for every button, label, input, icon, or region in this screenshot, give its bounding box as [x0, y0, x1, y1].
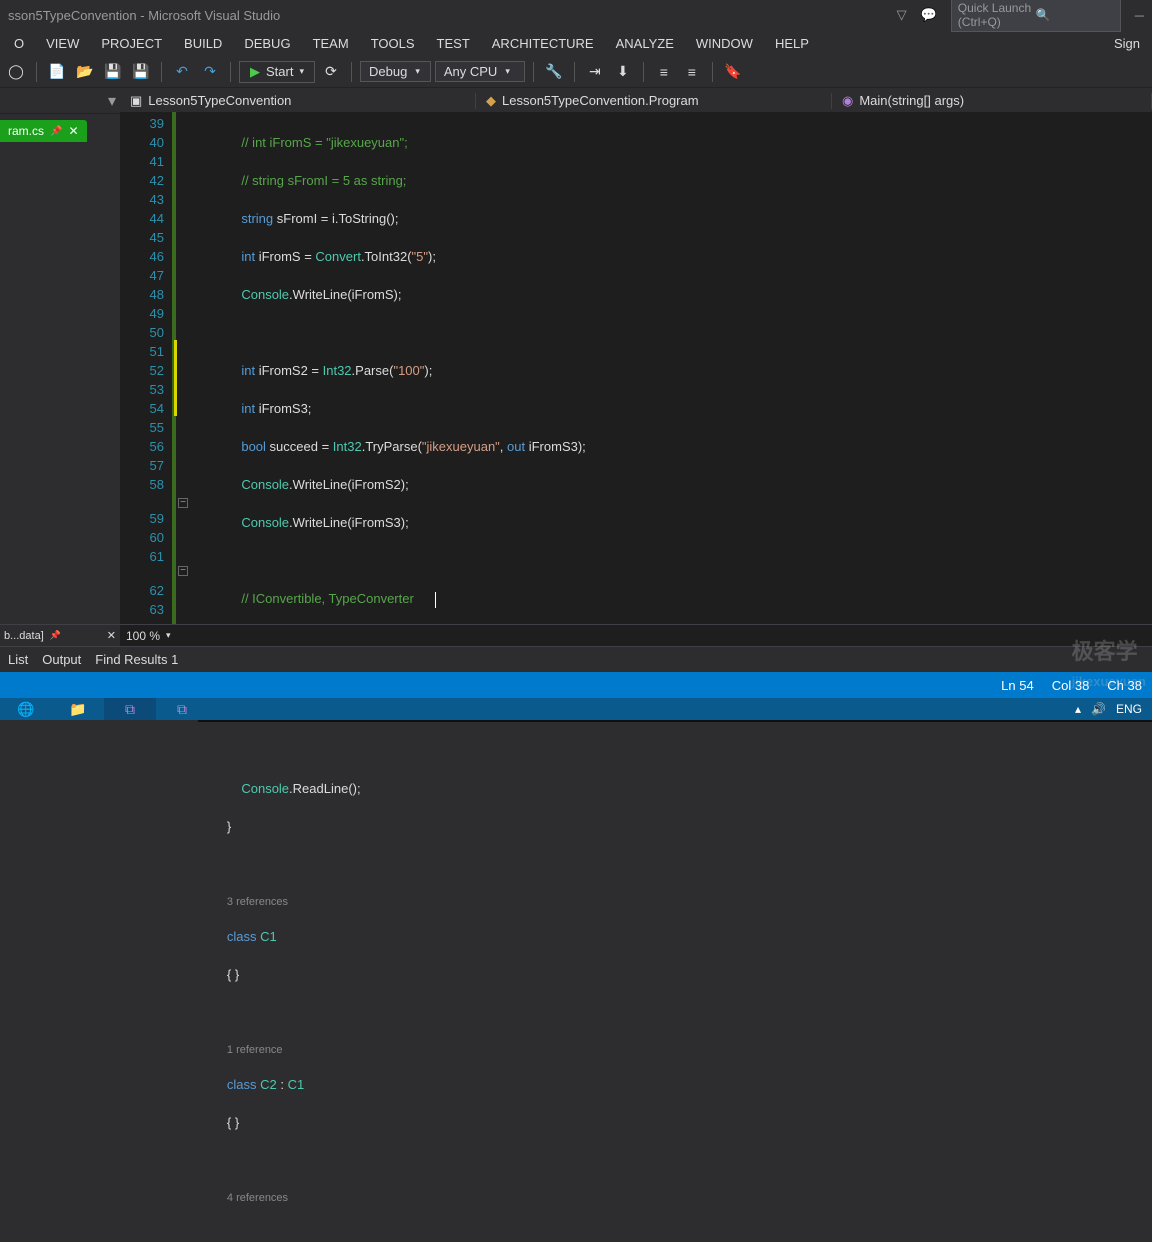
codelens-references[interactable]: 1 reference: [227, 1044, 283, 1056]
start-debug-button[interactable]: ▶ Start ▾: [239, 61, 315, 83]
save-button[interactable]: 💾: [101, 60, 125, 84]
fold-gutter: − −: [176, 112, 190, 634]
notifications-icon[interactable]: ▽: [897, 7, 907, 23]
status-bar: Ln 54 Col 38 Ch 38: [0, 672, 1152, 698]
tab-label: ram.cs: [8, 124, 44, 138]
start-label: Start: [266, 64, 293, 79]
class-icon: ◆: [486, 93, 496, 109]
menu-debug[interactable]: DEBUG: [234, 32, 300, 55]
title-bar: sson5TypeConvention - Microsoft Visual S…: [0, 0, 1152, 30]
status-line: Ln 54: [1001, 678, 1034, 693]
undo-button[interactable]: ↶: [170, 60, 194, 84]
menu-team[interactable]: TEAM: [303, 32, 359, 55]
close-icon[interactable]: ✕: [107, 629, 116, 642]
project-combo[interactable]: ▣ Lesson5TypeConvention: [120, 93, 476, 109]
step-into-button[interactable]: ⬇: [611, 60, 635, 84]
text-cursor: [435, 592, 436, 608]
menu-analyze[interactable]: ANALYZE: [606, 32, 684, 55]
zoom-level[interactable]: 100 %: [126, 629, 160, 643]
pin-icon[interactable]: 📌: [50, 126, 62, 137]
line-number-gutter: 3940414243444546474849505152535455565758…: [120, 112, 176, 634]
menu-file[interactable]: O: [4, 32, 34, 55]
navigation-bar: ▾ ▣ Lesson5TypeConvention ◆ Lesson5TypeC…: [0, 88, 1152, 114]
tool-window-tabs: List Output Find Results 1: [0, 646, 1152, 672]
doc-label: b...data]: [4, 630, 44, 642]
status-char: Ch 38: [1107, 678, 1142, 693]
quick-launch-input[interactable]: Quick Launch (Ctrl+Q) 🔍: [951, 0, 1121, 32]
class-combo[interactable]: ◆ Lesson5TypeConvention.Program: [476, 93, 832, 109]
tab-output[interactable]: Output: [42, 652, 81, 667]
menu-help[interactable]: HELP: [765, 32, 819, 55]
volume-icon[interactable]: 🔊: [1091, 702, 1106, 716]
nav-back-button[interactable]: ◯: [4, 60, 28, 84]
close-icon[interactable]: ✕: [68, 124, 78, 138]
menu-architecture[interactable]: ARCHITECTURE: [482, 32, 604, 55]
taskbar-ie[interactable]: 🌐: [0, 698, 52, 720]
modification-bar-yellow: [174, 378, 177, 416]
bookmark-button[interactable]: 🔖: [721, 60, 745, 84]
menu-tools[interactable]: TOOLS: [361, 32, 425, 55]
menu-build[interactable]: BUILD: [174, 32, 232, 55]
codelens-references[interactable]: 3 references: [227, 896, 288, 908]
feedback-icon[interactable]: 💬: [921, 7, 937, 23]
document-tab[interactable]: ram.cs 📌 ✕: [0, 120, 87, 142]
fold-toggle[interactable]: −: [178, 566, 188, 576]
toolbox-button[interactable]: 🔧: [542, 60, 566, 84]
language-indicator[interactable]: ENG: [1116, 702, 1142, 716]
save-all-button[interactable]: 💾: [129, 60, 153, 84]
pin-icon[interactable]: 📌: [50, 630, 61, 641]
tray-up-icon[interactable]: ▴: [1075, 702, 1081, 716]
menu-view[interactable]: VIEW: [36, 32, 89, 55]
taskbar-explorer[interactable]: 📁: [52, 698, 104, 720]
project-icon: ▣: [130, 93, 142, 109]
menu-bar: O VIEW PROJECT BUILD DEBUG TEAM TOOLS TE…: [0, 30, 1152, 56]
minimize-button[interactable]: ─: [1135, 8, 1144, 23]
menu-window[interactable]: WINDOW: [686, 32, 763, 55]
document-bar: b...data] 📌 ✕: [0, 624, 120, 646]
chevron-down-icon: ▾: [299, 66, 304, 77]
method-combo[interactable]: ◉ Main(string[] args): [832, 93, 1152, 109]
status-col: Col 38: [1052, 678, 1090, 693]
taskbar-vs[interactable]: ⧉: [104, 698, 156, 720]
fold-toggle[interactable]: −: [178, 498, 188, 508]
open-button[interactable]: 📂: [73, 60, 97, 84]
uncomment-button[interactable]: ≡: [680, 60, 704, 84]
taskbar-vs2[interactable]: ⧉: [156, 698, 208, 720]
config-combo[interactable]: Debug▾: [360, 61, 431, 82]
method-icon: ◉: [842, 93, 853, 109]
chevron-down-icon[interactable]: ▾: [166, 630, 171, 641]
browser-link-button[interactable]: ⟳: [319, 60, 343, 84]
platform-combo[interactable]: Any CPU▾: [435, 61, 525, 82]
step-over-button[interactable]: ⇥: [583, 60, 607, 84]
search-icon: 🔍: [1036, 8, 1114, 22]
zoom-bar: 100 % ▾: [120, 624, 1152, 646]
window-title: sson5TypeConvention - Microsoft Visual S…: [8, 8, 897, 23]
redo-button[interactable]: ↷: [198, 60, 222, 84]
menu-project[interactable]: PROJECT: [91, 32, 172, 55]
code-editor[interactable]: 3940414243444546474849505152535455565758…: [120, 112, 1152, 634]
menu-test[interactable]: TEST: [427, 32, 480, 55]
tab-overflow-icon[interactable]: ▾: [108, 91, 116, 111]
tab-find-results[interactable]: Find Results 1: [95, 652, 178, 667]
codelens-references[interactable]: 4 references: [227, 1192, 288, 1204]
comment-button[interactable]: ≡: [652, 60, 676, 84]
tab-error-list[interactable]: List: [8, 652, 28, 667]
play-icon: ▶: [250, 64, 260, 80]
toolbar: ◯ 📄 📂 💾 💾 ↶ ↷ ▶ Start ▾ ⟳ Debug▾ Any CPU…: [0, 56, 1152, 88]
windows-taskbar: 🌐 📁 ⧉ ⧉ ▴ 🔊 ENG: [0, 698, 1152, 720]
new-project-button[interactable]: 📄: [45, 60, 69, 84]
quick-launch-placeholder: Quick Launch (Ctrl+Q): [958, 1, 1036, 29]
sign-in-link[interactable]: Sign: [1106, 32, 1148, 55]
code-content[interactable]: // int iFromS = "jikexueyuan"; // string…: [190, 112, 1152, 634]
